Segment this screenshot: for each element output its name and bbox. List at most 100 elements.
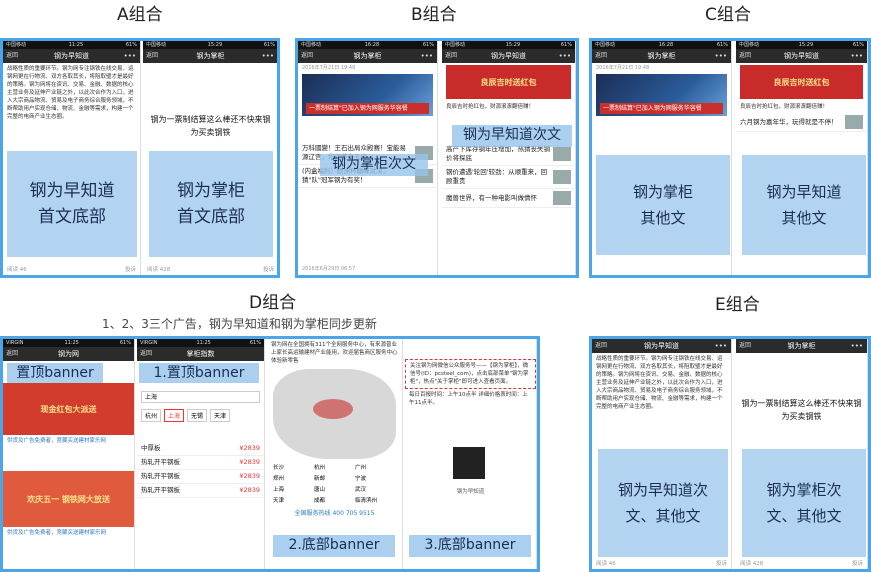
more-icon[interactable]: ••• (421, 49, 433, 63)
report-link[interactable]: 投诉 (716, 559, 727, 567)
time: 15:29 (207, 42, 223, 48)
label-c1: 钢为掌柜其他文 (596, 155, 730, 255)
label-c2: 钢为早知道其他文 (742, 155, 866, 255)
more-icon[interactable]: ••• (124, 49, 136, 63)
battery: 61% (249, 340, 261, 346)
list-item[interactable]: 钢价遭遇'轮回'较劲：从顺重来，回顾重贵 (442, 166, 575, 189)
carrier: 中国移动 (445, 42, 466, 48)
city-label: 宁波 (355, 476, 367, 482)
nav-bar: 返回 钢为掌柜 ••• (736, 339, 867, 353)
city-search[interactable]: 上海 (141, 391, 260, 403)
label-e1: 钢为早知道次文、其他文 (598, 449, 728, 557)
back-button[interactable]: 返回 (140, 347, 152, 361)
battery: 61% (852, 42, 864, 48)
status-bar: VIRGIN 11:25 61% (3, 339, 134, 347)
group-c-title: C组合 (705, 5, 751, 25)
nav-bar: 返回 钢为网 (3, 347, 134, 361)
city-label: 成都 (314, 498, 326, 504)
nav-title: 掌柜指数 (186, 350, 215, 358)
banner-image[interactable]: 一票制结算"已加入钢为网服务华容餐 (302, 74, 433, 116)
back-button[interactable]: 返回 (6, 49, 18, 63)
city-tab[interactable]: 杭州 (141, 409, 162, 422)
time: 16:28 (364, 42, 380, 48)
status-bar: 中国移动 15:29 61% (442, 41, 575, 49)
red-packet-caption: 良辰吉时抢红包，财源滚滚翻倍赚！ (446, 104, 535, 110)
label-a2: 钢为掌柜首文底部 (149, 151, 273, 257)
city-label: 武汉 (355, 487, 367, 493)
battery: 61% (119, 340, 131, 346)
city-tab[interactable]: 天津 (210, 409, 231, 422)
qr-description: 关注钢为网微信公众服务号——【钢为掌柜】，微信号(ID：pcsteel_com)… (405, 359, 536, 389)
red-packet-banner[interactable]: 良辰吉时送红包 (446, 65, 571, 99)
report-link[interactable]: 投诉 (125, 265, 136, 273)
nav-title: 钢为网 (58, 350, 79, 358)
nav-bar: 返回 钢为早知道 ••• (736, 49, 867, 63)
back-button[interactable]: 返回 (146, 49, 158, 63)
table-row[interactable]: 中厚板 ¥2839 (137, 442, 264, 456)
price-list: 中厚板 ¥2839 热轧开平钢板 ¥2839 热轧开平钢板 ¥2839 热轧开平钢板 ¥… (137, 442, 264, 498)
article-date: 2016年6月29日 06:57 (302, 266, 356, 272)
read-count: 阅读 46 (596, 561, 616, 567)
carrier: VIRGIN (6, 340, 24, 346)
hotline[interactable]: 全国服务热线 400 705 9515 (267, 508, 402, 517)
nav-title: 钢为早知道 (54, 52, 89, 60)
more-icon[interactable]: ••• (262, 49, 274, 63)
article-text: 战略性质的重要环节。钢为网专注钢铁在线交易、运钢网更在行物流、双方各取其长，将阻… (596, 356, 723, 410)
more-icon[interactable]: ••• (715, 339, 727, 353)
more-icon[interactable]: ••• (851, 49, 863, 63)
time: 15:29 (505, 42, 521, 48)
back-button[interactable]: 返回 (445, 49, 457, 63)
back-button[interactable]: 返回 (301, 49, 313, 63)
more-icon[interactable]: ••• (851, 339, 863, 353)
back-button[interactable]: 返回 (6, 347, 18, 361)
city-tabs: 杭州 上海 无锡 天津 (137, 407, 264, 424)
report-link[interactable]: 投诉 (263, 265, 274, 273)
back-button[interactable]: 返回 (595, 49, 607, 63)
group-b-frame: 中国移动 16:28 61% 返回 钢为掌柜 ••• 2016年7月21日 19:48 … (295, 38, 579, 278)
label-d3: 2.底部banner (273, 535, 395, 557)
city-tab[interactable]: 无锡 (187, 409, 208, 422)
group-e-frame: 返回 钢为早知道 ••• 战略性质的重要环节。钢为网专注钢铁在线交易、运钢网更在行物… (589, 336, 871, 572)
city-label: 天津 (273, 498, 285, 504)
more-icon[interactable]: ••• (559, 49, 571, 63)
map-marker-icon (313, 399, 353, 419)
back-button[interactable]: 返回 (595, 339, 607, 353)
china-map[interactable] (273, 369, 396, 459)
battery: 61% (263, 42, 275, 48)
group-d-subtitle: 1、2、3三个广告，钢为早知道和钢为掌柜同步更新 (102, 317, 377, 331)
label-d2: 1.置顶banner (139, 363, 259, 383)
read-count: 阅读 428 (147, 267, 171, 273)
battery: 61% (560, 42, 572, 48)
report-link[interactable]: 投诉 (852, 559, 863, 567)
table-row[interactable]: 热轧开平钢板 ¥2839 (137, 470, 264, 484)
city-tab[interactable]: 上海 (164, 409, 185, 422)
back-button[interactable]: 返回 (739, 339, 751, 353)
table-row[interactable]: 热轧开平钢板 ¥2839 (137, 484, 264, 498)
city-label: 唐山 (314, 487, 326, 493)
table-row[interactable]: 热轧开平钢板 ¥2839 (137, 456, 264, 470)
holiday-banner[interactable]: 欢庆五一 钢铁网大放送 (3, 471, 134, 527)
cash-banner[interactable]: 现金红包大派送 (3, 383, 134, 435)
news-list: 高产下库存钢年压增加，热猜丧失钢价将探底 钢价遭遇'轮回'较劲：从顺重来，回顾重… (442, 143, 575, 208)
banner-image[interactable]: 一票制结算"已加入钢为网服务华容餐 (596, 74, 727, 116)
list-item[interactable]: 六月钢为嘉年华，玩得就是不停！ (736, 113, 867, 132)
label-d4: 3.底部banner (409, 535, 531, 557)
status-bar: 中国移动 16:28 61% (298, 41, 437, 49)
nav-bar: 返回 钢为掌柜 ••• (298, 49, 437, 63)
article-date: 2016年7月21日 19:48 (596, 65, 650, 71)
back-button[interactable]: 返回 (739, 49, 751, 63)
city-label: 新邮 (314, 476, 326, 482)
red-packet-banner[interactable]: 良辰吉时送红包 (740, 65, 863, 99)
article-headline: 钢为一票制结算这么棒还不快来钢为买卖钢铁 (150, 115, 271, 137)
list-item[interactable]: 魔兽世界，有一种电影叫做情怀 (442, 189, 575, 208)
carrier: 中国移动 (595, 42, 616, 48)
carrier: 中国移动 (146, 42, 167, 48)
city-label: 杭州 (314, 465, 326, 471)
more-icon[interactable]: ••• (715, 49, 727, 63)
battery: 61% (422, 42, 434, 48)
nav-title: 钢为早知道 (784, 52, 819, 60)
nav-bar: 返回 掌柜指数 (137, 347, 264, 361)
group-d-frame: VIRGIN 11:25 61% 返回 钢为网 现金红包大派送 供货及广告免费者，竞藏… (0, 336, 540, 572)
nav-bar: 返回 钢为早知道 ••• (592, 339, 731, 353)
red-packet-caption: 良辰吉时抢红包，财源滚滚翻倍赚！ (740, 104, 829, 110)
